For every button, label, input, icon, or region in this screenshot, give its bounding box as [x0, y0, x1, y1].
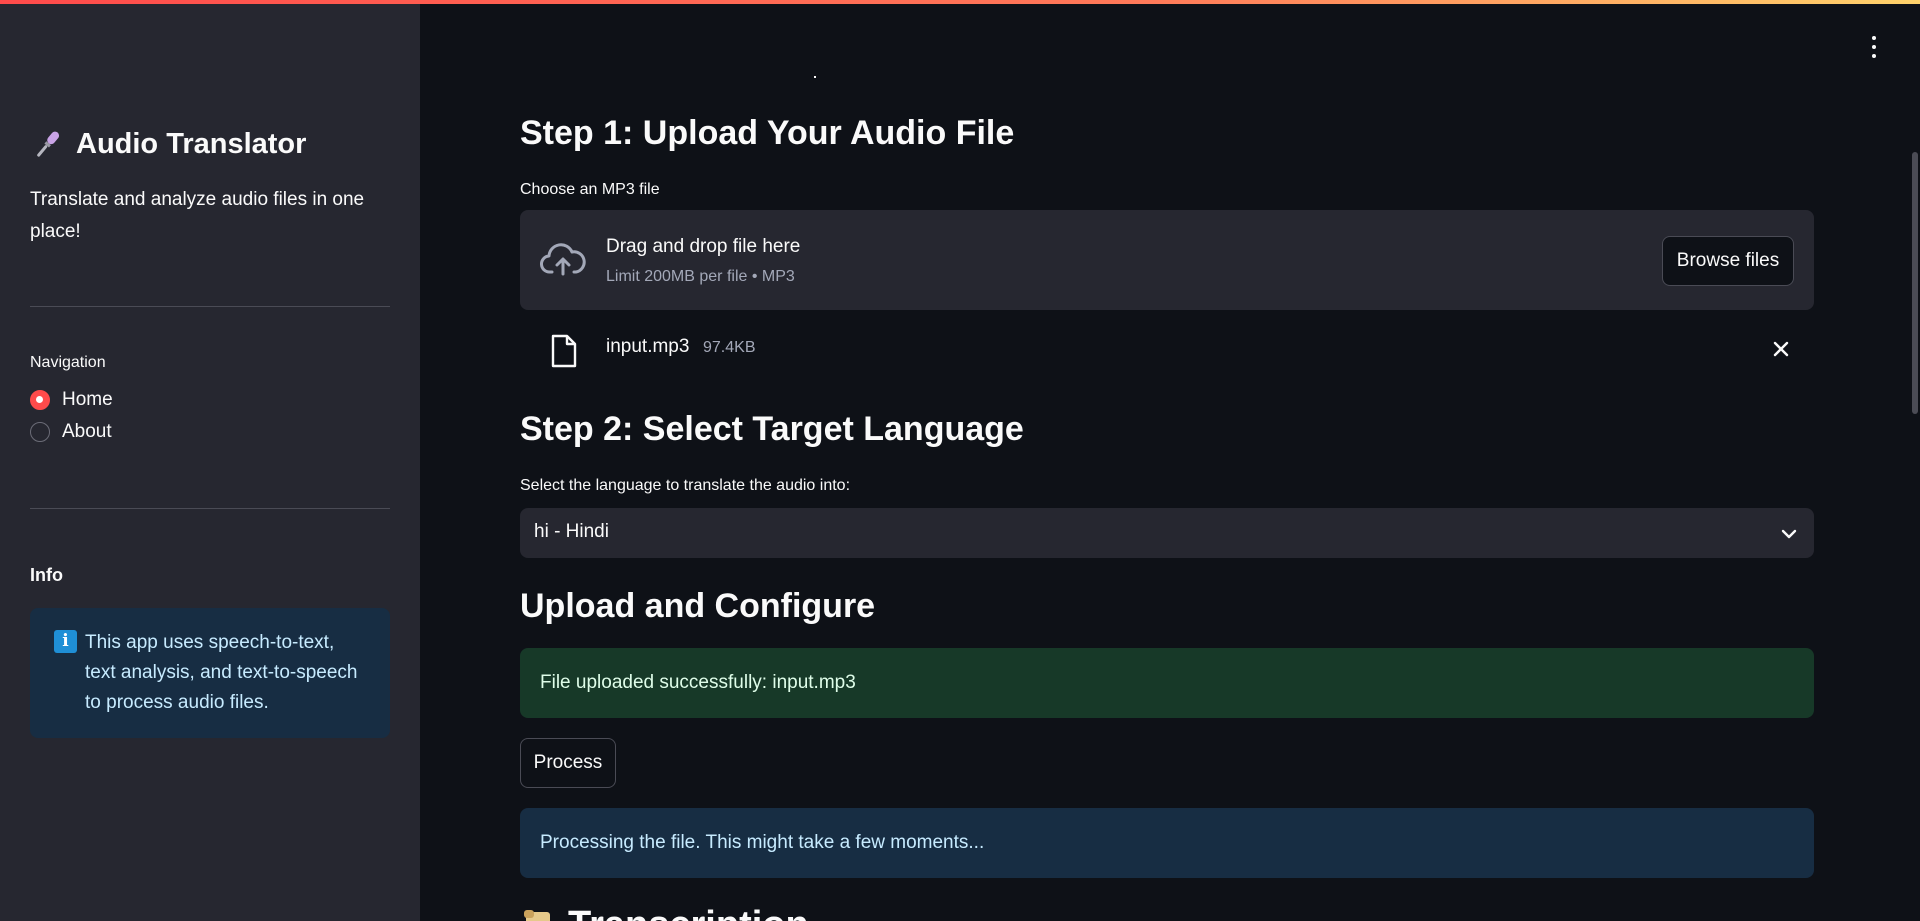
- info-text: This app uses speech-to-text, text analy…: [85, 632, 358, 713]
- processing-info-alert: Processing the file. This might take a f…: [520, 808, 1814, 878]
- scroll-icon: [524, 909, 550, 921]
- dropzone-limit: Limit 200MB per file • MP3: [606, 268, 795, 285]
- step2-heading: Step 2: Select Target Language: [520, 410, 1024, 448]
- info-heading: Info: [30, 565, 63, 585]
- app-subtitle: Translate and analyze audio files in one…: [30, 189, 365, 242]
- info-box: i This app uses speech-to-text, text ana…: [30, 608, 390, 738]
- browse-files-button[interactable]: Browse files: [1662, 236, 1794, 286]
- file-icon: [551, 334, 577, 368]
- transcription-heading-text: Transcription: [568, 904, 809, 921]
- uploaded-file-row: input.mp3 97.4KB: [520, 330, 1814, 370]
- radio-home-indicator[interactable]: [30, 390, 50, 410]
- nav-radio-about[interactable]: About: [30, 421, 112, 443]
- uploaded-file-size: 97.4KB: [703, 339, 756, 356]
- uploaded-file-name: input.mp3: [606, 336, 690, 357]
- sidebar: Audio Translator Translate and analyze a…: [0, 0, 420, 921]
- radio-about-indicator[interactable]: [30, 422, 50, 442]
- success-message: File uploaded successfully: input.mp3: [540, 672, 856, 693]
- remove-file-icon[interactable]: [1768, 336, 1794, 362]
- app-title: Audio Translator: [76, 127, 307, 160]
- nav-about-label: About: [62, 421, 112, 442]
- scrollbar[interactable]: [1912, 152, 1918, 414]
- decorative-dot: [814, 76, 816, 78]
- main-menu-icon[interactable]: [1870, 36, 1878, 58]
- sidebar-title: Audio Translator: [30, 126, 306, 162]
- step1-heading: Step 1: Upload Your Audio File: [520, 114, 1015, 152]
- configure-heading: Upload and Configure: [520, 587, 876, 625]
- sidebar-divider: [30, 508, 390, 509]
- file-uploader-label: Choose an MP3 file: [520, 181, 660, 198]
- language-select[interactable]: hi - Hindi: [520, 508, 1814, 558]
- upload-success-alert: File uploaded successfully: input.mp3: [520, 648, 1814, 718]
- main-content: Step 1: Upload Your Audio File Choose an…: [420, 0, 1920, 921]
- info-icon: i: [54, 630, 77, 653]
- nav-radio-home[interactable]: Home: [30, 389, 113, 411]
- chevron-down-icon: [1781, 529, 1797, 539]
- process-button[interactable]: Process: [520, 738, 616, 788]
- file-dropzone[interactable]: Drag and drop file here Limit 200MB per …: [520, 210, 1814, 310]
- microphone-icon: [37, 131, 60, 157]
- sidebar-divider: [30, 306, 390, 307]
- language-select-value: hi - Hindi: [534, 521, 609, 542]
- transcription-heading: Transcription: [520, 904, 809, 921]
- language-select-label: Select the language to translate the aud…: [520, 477, 851, 494]
- processing-message: Processing the file. This might take a f…: [540, 832, 985, 853]
- cloud-upload-icon: [540, 243, 586, 276]
- navigation-label: Navigation: [30, 354, 106, 371]
- top-decoration-bar: [0, 0, 1920, 4]
- nav-home-label: Home: [62, 389, 113, 410]
- dropzone-title: Drag and drop file here: [606, 236, 801, 257]
